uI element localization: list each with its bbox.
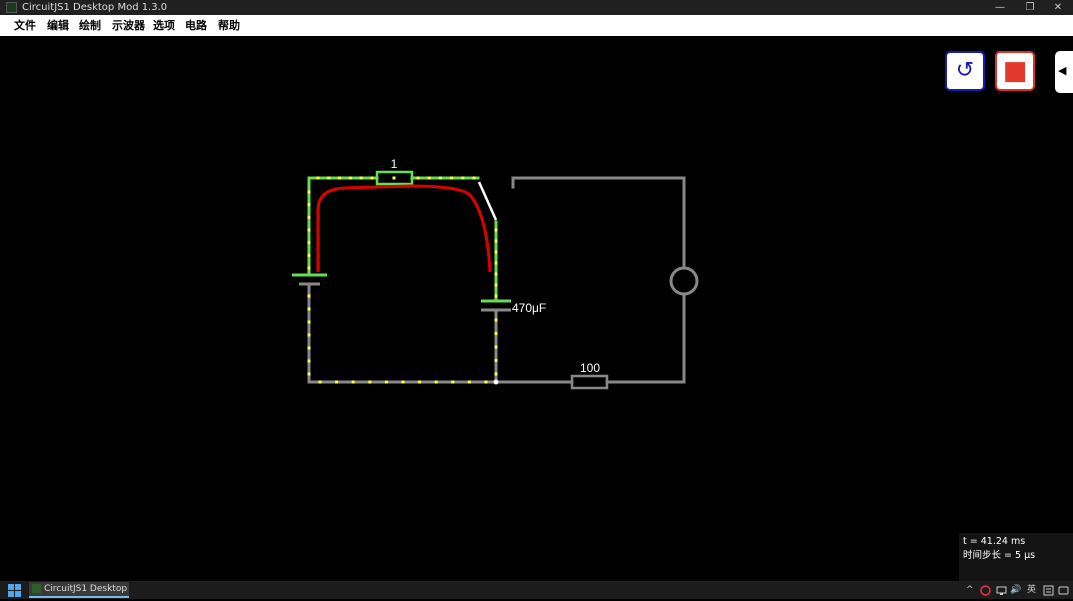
tray-network-icon[interactable] [996, 583, 1007, 601]
current-dot [307, 359, 311, 363]
current-dot [494, 239, 498, 243]
current-dot [359, 176, 363, 180]
current-dot [484, 380, 488, 384]
capacitor-label: 470μF [512, 301, 546, 315]
current-dot [384, 380, 388, 384]
current-dot [494, 272, 498, 276]
current-dot [307, 307, 311, 311]
current-dot [450, 176, 454, 180]
current-dot [307, 215, 311, 219]
current-dot [494, 250, 498, 254]
wire-right-upper[interactable] [511, 176, 686, 268]
current-dot [335, 380, 339, 384]
current-dot [307, 320, 311, 324]
current-dot [307, 203, 311, 207]
current-dot [368, 380, 372, 384]
current-dot [327, 176, 331, 180]
sim-time: t = 41.24 ms [963, 536, 1026, 547]
windows-start-icon[interactable] [8, 584, 21, 597]
current-dot [307, 253, 311, 257]
current-dot [494, 332, 498, 335]
current-dot [494, 318, 498, 322]
current-dot [434, 380, 438, 384]
current-dot [494, 372, 498, 376]
current-dot [318, 380, 322, 384]
stop-button[interactable]: ■ [995, 51, 1035, 91]
current-dot [307, 190, 311, 194]
taskbar-app-label: CircuitJS1 Desktop M... [44, 584, 129, 594]
current-dot [418, 380, 422, 384]
current-dot [401, 380, 405, 384]
meter-circle[interactable] [669, 266, 699, 296]
taskbar: CircuitJS1 Desktop M... ^ 🔊 英 [0, 581, 1073, 599]
current-dot [416, 176, 420, 180]
current-dot [494, 283, 498, 287]
sidebar-toggle-button[interactable]: ◀ [1055, 51, 1073, 93]
current-dot [494, 228, 498, 232]
current-dot [370, 176, 374, 180]
current-dot [494, 294, 498, 298]
current-dot [307, 241, 311, 245]
current-dot [451, 380, 455, 384]
current-dot [307, 228, 311, 232]
notification-icon[interactable] [1058, 583, 1069, 601]
taskbar-app-circuitjs[interactable]: CircuitJS1 Desktop M... [29, 582, 129, 598]
current-dot [351, 380, 355, 384]
current-dot [307, 346, 311, 350]
scope-trace [316, 184, 492, 273]
wire-left-bottom[interactable] [307, 283, 498, 384]
current-dot [307, 294, 311, 298]
current-dot [307, 333, 311, 337]
app-icon [32, 584, 41, 593]
current-dot [427, 176, 431, 180]
stop-icon: ■ [1002, 56, 1028, 86]
current-dot [438, 176, 442, 180]
current-dot [494, 359, 498, 362]
sim-timestep: 时间步长 = 5 μs [963, 550, 1036, 561]
current-dot [307, 372, 311, 376]
current-dots [307, 176, 498, 384]
current-dot [348, 176, 352, 180]
circuit-diagram[interactable]: 1 470μF 100 [0, 0, 1073, 599]
current-dot [461, 176, 465, 180]
tray-overflow-icon[interactable]: ^ [966, 583, 974, 597]
current-dot [392, 176, 396, 180]
reset-icon: ↺ [955, 58, 975, 83]
current-dot [467, 380, 471, 384]
tray-app-icon[interactable] [980, 583, 991, 601]
current-dot [494, 261, 498, 265]
volume-icon[interactable]: 🔊 [1010, 583, 1021, 597]
simulation-info: t = 41.24 ms 时间步长 = 5 μs [959, 533, 1073, 581]
junction-node [493, 379, 499, 385]
current-dot [472, 176, 476, 180]
resistor-bottom[interactable] [570, 374, 609, 390]
ime-indicator[interactable]: 英 [1027, 583, 1036, 597]
current-dot [338, 176, 342, 180]
reset-button[interactable]: ↺ [945, 51, 985, 91]
current-dot [494, 345, 498, 349]
tray-settings-icon[interactable] [1043, 583, 1054, 601]
resistor-top-label: 1 [391, 157, 398, 171]
current-dot [307, 266, 311, 270]
resistor-bottom-label: 100 [580, 361, 600, 375]
current-dot [316, 176, 320, 180]
chevron-left-icon: ◀ [1058, 64, 1067, 77]
